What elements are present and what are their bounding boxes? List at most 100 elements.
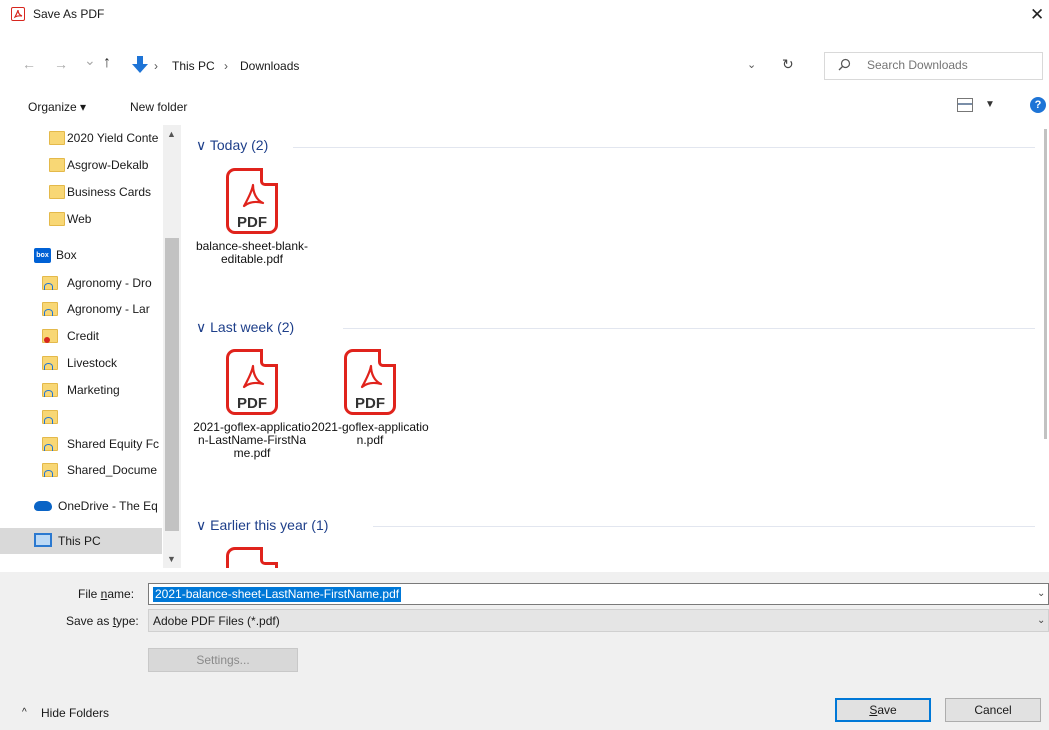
cancel-button[interactable]: Cancel <box>945 698 1041 722</box>
file-item[interactable]: PDF balance-sheet-blank-editable.pdf <box>193 168 311 266</box>
sidebar-item-label: Livestock <box>67 356 118 370</box>
downloads-arrow-icon <box>131 55 149 78</box>
view-dropdown-icon[interactable]: ▼ <box>985 99 995 110</box>
save-as-type-select[interactable]: Adobe PDF Files (*.pdf) ⌄ <box>148 609 1049 632</box>
folder-icon <box>49 131 65 145</box>
sidebar-item-unnamed[interactable] <box>0 404 162 430</box>
pdf-icon-label: PDF <box>237 214 267 231</box>
sidebar-item-label: Box <box>56 248 77 262</box>
sidebar-item-2020-yield-contest[interactable]: 2020 Yield Conte <box>0 125 162 151</box>
sidebar-item-label: Marketing <box>67 383 120 397</box>
pdf-file-icon: PDF <box>226 168 278 234</box>
sidebar-item-label: Business Cards <box>67 185 152 199</box>
sidebar-item-label: OneDrive - The Eq <box>58 499 158 513</box>
search-box[interactable] <box>824 52 1043 80</box>
group-header-last-week[interactable]: ∨ Last week (2) <box>196 319 294 339</box>
sidebar-scrollbar[interactable]: ▲ ▼ <box>163 125 181 568</box>
acrobat-icon <box>11 7 25 21</box>
back-arrow-icon[interactable]: ← <box>22 56 36 72</box>
chevron-up-icon: ^ <box>22 707 27 718</box>
sidebar-item-marketing[interactable]: Marketing <box>0 377 162 403</box>
sidebar-item-this-pc[interactable]: This PC <box>0 528 162 554</box>
recent-locations-chevron-icon[interactable]: ⌄ <box>84 52 96 69</box>
file-name: 2021-goflex-application.pdf <box>311 420 429 447</box>
breadcrumb-downloads[interactable]: Downloads <box>240 59 299 73</box>
sidebar-item-label: Asgrow-Dekalb <box>67 158 149 172</box>
chevron-down-icon[interactable]: ⌄ <box>1037 588 1045 599</box>
folder-sync-icon <box>42 276 58 290</box>
pdf-file-icon: PDF <box>344 349 396 415</box>
folder-sync-icon <box>42 410 58 424</box>
sidebar-item-box[interactable]: box Box <box>0 242 162 268</box>
organize-menu-button[interactable]: Organize ▾ <box>28 100 86 114</box>
address-dropdown-icon[interactable]: ⌄ <box>747 58 756 71</box>
sidebar-item-livestock[interactable]: Livestock <box>0 350 162 376</box>
sidebar-item-web[interactable]: Web <box>0 206 162 232</box>
folder-sync-icon <box>42 437 58 451</box>
view-options-icon[interactable] <box>957 98 973 112</box>
save-form: File name: 2021-balance-sheet-LastName-F… <box>0 572 1049 730</box>
sidebar-item-onedrive[interactable]: OneDrive - The Eq <box>0 493 162 519</box>
breadcrumb-separator: › <box>154 59 158 73</box>
sidebar-item-agronomy-dro[interactable]: Agronomy - Dro <box>0 270 162 296</box>
sidebar-item-asgrow-dekalb[interactable]: Asgrow-Dekalb <box>0 152 162 178</box>
folder-sync-icon <box>42 356 58 370</box>
folder-sync-icon <box>42 383 58 397</box>
group-header-label: Today (2) <box>209 137 269 153</box>
new-folder-button[interactable]: New folder <box>130 100 187 114</box>
help-icon[interactable]: ? <box>1030 97 1046 113</box>
navigation-pane: 2020 Yield Conte Asgrow-Dekalb Business … <box>0 125 181 568</box>
sidebar-item-credit[interactable]: Credit <box>0 323 162 349</box>
group-divider <box>343 328 1035 329</box>
scrollbar-thumb[interactable] <box>1044 129 1047 439</box>
sidebar-item-shared-equity[interactable]: Shared Equity Fc <box>0 431 162 457</box>
hide-folders-label: Hide Folders <box>41 706 110 720</box>
forward-arrow-icon[interactable]: → <box>54 56 68 72</box>
file-item[interactable]: PDF 2021-goflex-application-LastName-Fir… <box>193 349 311 460</box>
address-bar[interactable]: › This PC › Downloads ⌄ <box>120 52 771 80</box>
label-part: File <box>78 587 101 601</box>
file-name-label: File name: <box>78 587 134 601</box>
chevron-down-icon[interactable]: ⌄ <box>1037 615 1045 626</box>
pdf-file-icon: PDF <box>226 349 278 415</box>
scroll-up-icon[interactable]: ▲ <box>167 129 176 139</box>
folder-icon <box>49 212 65 226</box>
settings-button[interactable]: Settings... <box>148 648 298 672</box>
up-arrow-icon[interactable]: ↑ <box>103 54 111 72</box>
sidebar-item-label: Credit <box>67 329 100 343</box>
pdf-icon-label: PDF <box>237 395 267 412</box>
group-header-earlier-this-year[interactable]: ∨ Earlier this year (1) <box>196 517 328 537</box>
label-part: ame: <box>107 587 135 601</box>
file-name-value[interactable]: 2021-balance-sheet-LastName-FirstName.pd… <box>153 587 402 602</box>
group-header-today[interactable]: ∨ Today (2) <box>196 137 268 157</box>
box-icon: box <box>34 248 51 263</box>
breadcrumb-this-pc[interactable]: This PC <box>172 59 215 73</box>
close-icon[interactable]: ✕ <box>1030 3 1049 27</box>
file-item[interactable]: PDF 2021-goflex-application.pdf <box>311 349 429 447</box>
breadcrumb-separator: › <box>224 59 228 73</box>
scrollbar-thumb[interactable] <box>165 238 179 531</box>
search-input[interactable] <box>867 58 1037 72</box>
sidebar-item-agronomy-lar[interactable]: Agronomy - Lar <box>0 296 162 322</box>
save-as-type-label: Save as type: <box>66 614 139 628</box>
sidebar-item-business-cards[interactable]: Business Cards <box>0 179 162 205</box>
group-collapse-chevron-icon: ∨ <box>196 517 207 533</box>
file-name-field[interactable]: 2021-balance-sheet-LastName-FirstName.pd… <box>148 583 1049 605</box>
sidebar-item-label: Shared Equity Fc <box>67 437 160 451</box>
group-divider <box>293 147 1035 148</box>
file-item-partial[interactable] <box>193 547 311 568</box>
search-icon <box>838 58 851 74</box>
refresh-icon[interactable]: ↻ <box>782 56 794 73</box>
command-toolbar: Organize ▾ New folder ▼ ? <box>0 92 1049 122</box>
file-list-scrollbar[interactable] <box>1041 125 1049 568</box>
onedrive-cloud-icon <box>34 501 52 511</box>
sidebar-item-label: Agronomy - Dro <box>67 276 152 290</box>
scroll-down-icon[interactable]: ▼ <box>167 554 176 564</box>
save-as-type-value: Adobe PDF Files (*.pdf) <box>153 614 280 628</box>
sidebar-item-shared-documents[interactable]: Shared_Docume <box>0 457 162 483</box>
group-divider <box>373 526 1035 527</box>
save-as-dialog: Save As PDF ✕ ← → ⌄ ↑ › This PC › Downlo… <box>0 0 1049 730</box>
save-button[interactable]: Save <box>835 698 931 722</box>
folder-icon <box>49 185 65 199</box>
this-pc-icon <box>34 533 52 547</box>
